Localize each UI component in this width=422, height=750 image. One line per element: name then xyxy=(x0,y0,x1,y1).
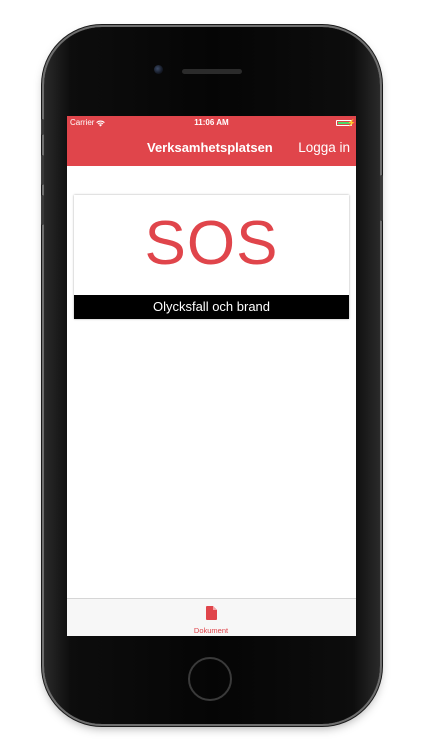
document-icon xyxy=(206,606,217,620)
charging-icon: ⚡ xyxy=(347,120,356,127)
status-bar: Carrier 11:06 AM ⚡ xyxy=(67,116,356,130)
sos-card[interactable]: SOS Olycksfall och brand xyxy=(74,195,349,319)
earpiece-speaker xyxy=(182,69,242,74)
nav-title: Verksamhetsplatsen xyxy=(147,140,273,155)
sos-caption: Olycksfall och brand xyxy=(74,295,349,319)
status-time: 11:06 AM xyxy=(194,118,229,127)
tab-label: Dokument xyxy=(193,626,229,635)
app-screen: Carrier 11:06 AM ⚡ Verksamhetsplatsen Lo… xyxy=(67,116,356,636)
home-button[interactable] xyxy=(188,657,232,701)
front-camera xyxy=(154,65,163,74)
login-button[interactable]: Logga in xyxy=(298,130,350,166)
sos-title: SOS xyxy=(144,209,279,278)
tab-bar: Dokument xyxy=(67,598,356,636)
power-button xyxy=(380,175,383,221)
volume-up-button xyxy=(41,155,44,185)
mute-switch xyxy=(41,119,44,135)
navigation-bar: Verksamhetsplatsen Logga in xyxy=(67,130,356,166)
volume-down-button xyxy=(41,195,44,225)
tab-dokument[interactable]: Dokument xyxy=(171,599,251,636)
